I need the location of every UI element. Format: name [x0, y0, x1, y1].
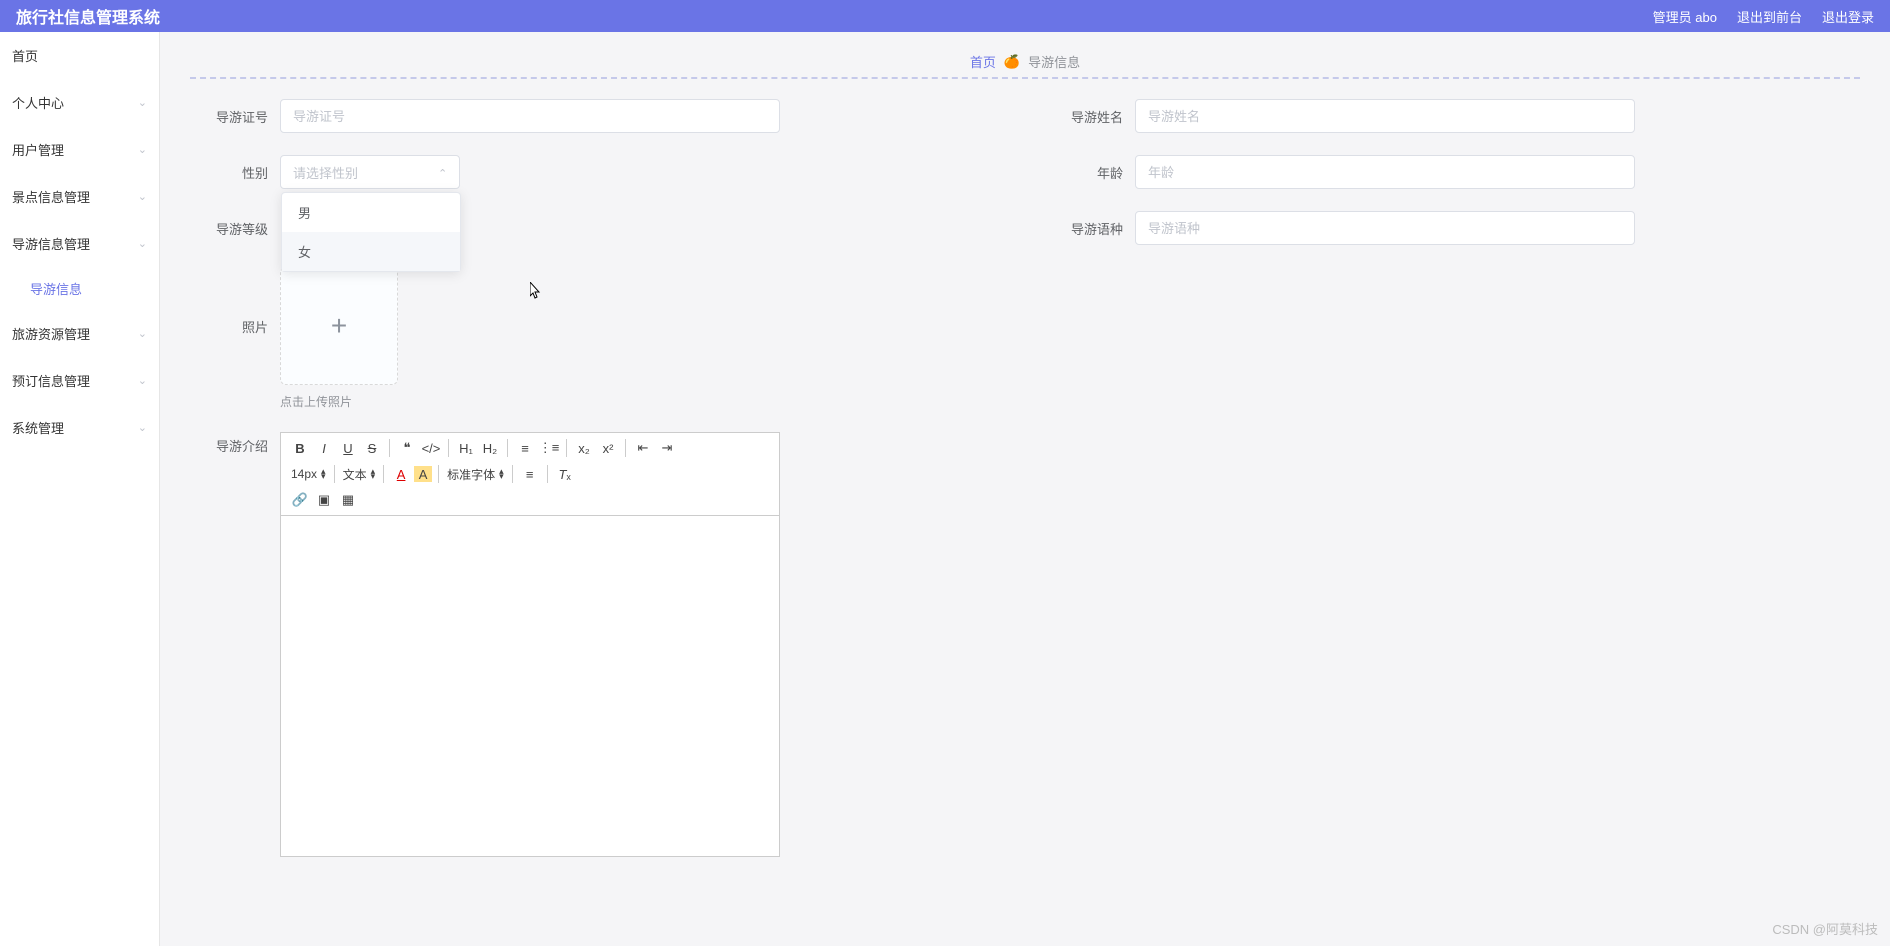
app-header: 旅行社信息管理系统 管理员 abo 退出到前台 退出登录 [0, 0, 1890, 32]
menu-user-mgmt[interactable]: 用户管理 ⌄ [0, 126, 159, 173]
indent-icon[interactable]: ⇥ [656, 437, 678, 459]
gender-label: 性别 [190, 163, 280, 182]
strike-icon[interactable]: S [361, 437, 383, 459]
menu-guide-mgmt[interactable]: 导游信息管理 ⌄ [0, 220, 159, 267]
h1-icon[interactable]: H₁ [455, 437, 477, 459]
chevron-down-icon: ⌄ [138, 190, 147, 203]
menu-label: 景点信息管理 [12, 187, 90, 206]
menu-label: 系统管理 [12, 418, 64, 437]
breadcrumb: 首页 🍊 导游信息 [190, 52, 1860, 71]
guide-name-input[interactable] [1135, 99, 1635, 133]
breadcrumb-separator-icon: 🍊 [1004, 54, 1020, 70]
menu-label: 旅游资源管理 [12, 324, 90, 343]
age-label: 年龄 [1045, 163, 1135, 182]
intro-label: 导游介绍 [190, 432, 280, 455]
guide-name-label: 导游姓名 [1045, 107, 1135, 126]
bold-icon[interactable]: B [289, 437, 311, 459]
video-icon[interactable]: ▦ [337, 489, 359, 511]
font-family-select[interactable]: 标准字体 ▴▾ [445, 463, 506, 485]
chevron-down-icon: ⌄ [138, 96, 147, 109]
plus-icon: + [331, 310, 347, 342]
stepper-icon: ▴▾ [371, 469, 376, 479]
menu-travel-resource[interactable]: 旅游资源管理 ⌄ [0, 310, 159, 357]
sidebar: 首页 个人中心 ⌄ 用户管理 ⌄ 景点信息管理 ⌄ 导游信息管理 ⌄ 导游信息 … [0, 32, 160, 946]
gender-placeholder: 请选择性别 [293, 163, 358, 182]
italic-icon[interactable]: I [313, 437, 335, 459]
menu-system-mgmt[interactable]: 系统管理 ⌄ [0, 404, 159, 451]
menu-label: 个人中心 [12, 93, 64, 112]
chevron-down-icon: ⌄ [138, 374, 147, 387]
guide-level-label: 导游等级 [190, 219, 280, 238]
menu-attraction-mgmt[interactable]: 景点信息管理 ⌄ [0, 173, 159, 220]
photo-upload[interactable]: + [280, 267, 398, 385]
image-icon[interactable]: ▣ [313, 489, 335, 511]
stepper-icon: ▴▾ [499, 469, 504, 479]
photo-hint: 点击上传照片 [280, 393, 398, 410]
app-title: 旅行社信息管理系统 [16, 4, 160, 28]
gender-option-female[interactable]: 女 [282, 232, 460, 271]
header-actions: 管理员 abo 退出到前台 退出登录 [1653, 7, 1874, 26]
main-content: 首页 🍊 导游信息 导游证号 导游姓名 性别 请选择性别 ⌄ [160, 32, 1890, 946]
unordered-list-icon[interactable]: ⋮≡ [538, 437, 560, 459]
font-size-select[interactable]: 14px ▴▾ [289, 463, 328, 485]
guide-id-input[interactable] [280, 99, 780, 133]
quote-icon[interactable]: ❝ [396, 437, 418, 459]
divider [190, 77, 1860, 79]
link-icon[interactable]: 🔗 [289, 489, 311, 511]
breadcrumb-home[interactable]: 首页 [970, 52, 996, 71]
guide-id-label: 导游证号 [190, 107, 280, 126]
chevron-down-icon: ⌄ [138, 237, 147, 250]
age-input[interactable] [1135, 155, 1635, 189]
bg-color-icon[interactable]: A [414, 466, 432, 482]
clear-format-icon[interactable]: Tₓ [554, 463, 576, 485]
menu-booking-mgmt[interactable]: 预订信息管理 ⌄ [0, 357, 159, 404]
stepper-icon: ▴▾ [321, 469, 326, 479]
rich-text-editor: B I U S ❝ </> H₁ H₂ ≡ ⋮≡ x₂ x² [280, 432, 780, 857]
guide-lang-label: 导游语种 [1045, 219, 1135, 238]
editor-toolbar: B I U S ❝ </> H₁ H₂ ≡ ⋮≡ x₂ x² [281, 433, 779, 516]
breadcrumb-current: 导游信息 [1028, 52, 1080, 71]
superscript-icon[interactable]: x² [597, 437, 619, 459]
outdent-icon[interactable]: ⇤ [632, 437, 654, 459]
menu-home[interactable]: 首页 [0, 32, 159, 79]
logout-front-link[interactable]: 退出到前台 [1737, 7, 1802, 26]
menu-label: 导游信息管理 [12, 234, 90, 253]
chevron-down-icon: ⌄ [138, 327, 147, 340]
subscript-icon[interactable]: x₂ [573, 437, 595, 459]
menu-label: 预订信息管理 [12, 371, 90, 390]
font-color-icon[interactable]: A [390, 463, 412, 485]
menu-label: 用户管理 [12, 140, 64, 159]
photo-label: 照片 [190, 267, 280, 336]
align-icon[interactable]: ≡ [519, 463, 541, 485]
chevron-down-icon: ⌄ [138, 143, 147, 156]
h2-icon[interactable]: H₂ [479, 437, 501, 459]
menu-personal[interactable]: 个人中心 ⌄ [0, 79, 159, 126]
editor-content[interactable] [281, 516, 779, 856]
ordered-list-icon[interactable]: ≡ [514, 437, 536, 459]
chevron-down-icon: ⌄ [138, 421, 147, 434]
text-type-select[interactable]: 文本 ▴▾ [341, 463, 378, 485]
gender-select[interactable]: 请选择性别 ⌄ 男 女 [280, 155, 460, 189]
gender-option-male[interactable]: 男 [282, 193, 460, 232]
underline-icon[interactable]: U [337, 437, 359, 459]
logout-link[interactable]: 退出登录 [1822, 7, 1874, 26]
guide-lang-input[interactable] [1135, 211, 1635, 245]
submenu-guide-info[interactable]: 导游信息 [0, 267, 159, 310]
gender-dropdown: 男 女 [281, 192, 461, 272]
user-label[interactable]: 管理员 abo [1653, 7, 1717, 26]
watermark: CSDN @阿莫科技 [1772, 919, 1878, 938]
chevron-up-icon: ⌄ [438, 166, 447, 179]
code-icon[interactable]: </> [420, 437, 442, 459]
menu-label: 首页 [12, 46, 38, 65]
